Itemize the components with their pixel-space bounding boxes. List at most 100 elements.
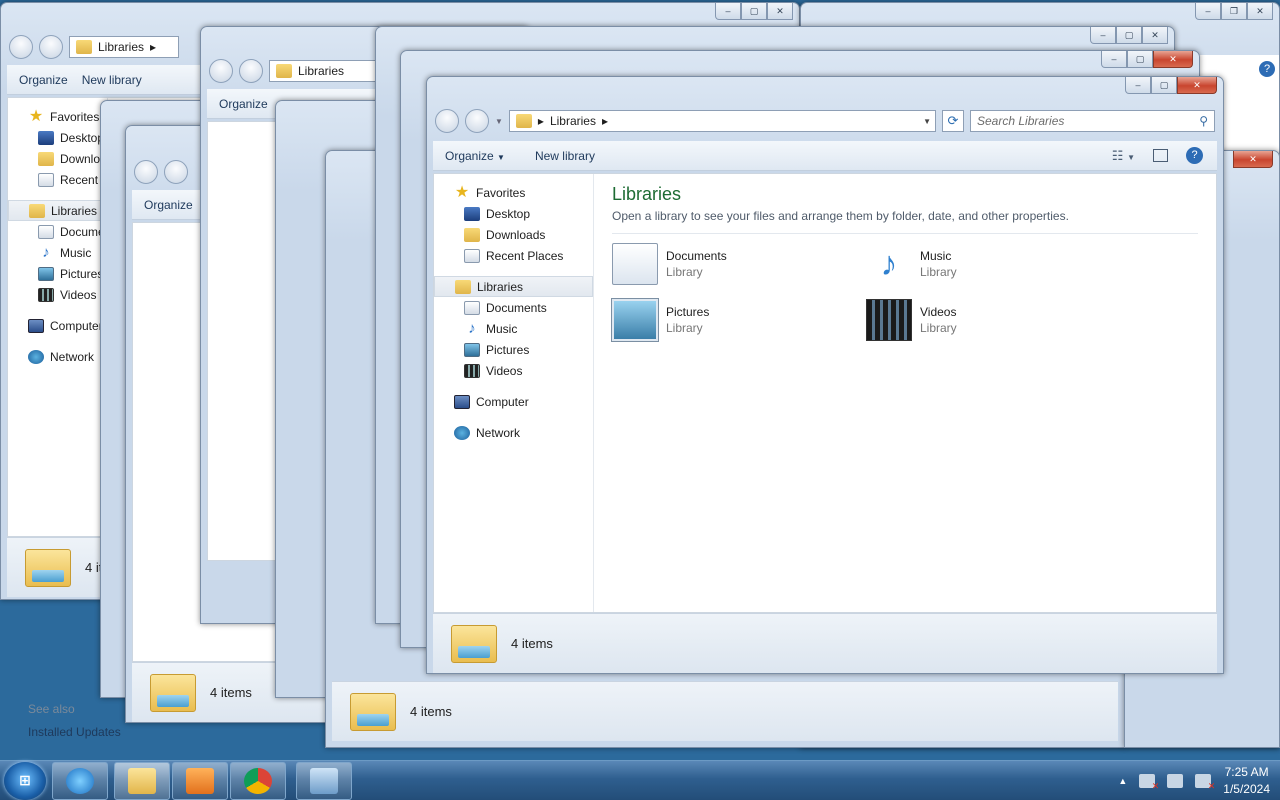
- view-options-icon[interactable]: ☷ ▼: [1112, 148, 1135, 164]
- windows-logo-icon: ⊞: [19, 772, 31, 788]
- library-item-pictures[interactable]: Pictures Library: [612, 298, 866, 342]
- back-button[interactable]: [134, 160, 158, 184]
- forward-button[interactable]: [39, 35, 63, 59]
- address-bar[interactable]: Libraries ▸: [69, 36, 179, 58]
- breadcrumb-arrow-icon[interactable]: ▸: [602, 114, 608, 128]
- page-title: Libraries: [612, 184, 682, 204]
- library-item-music[interactable]: ♪ Music Library: [866, 242, 1120, 286]
- library-type: Library: [666, 321, 703, 335]
- nav-desktop[interactable]: Desktop: [60, 131, 104, 145]
- page-description: Open a library to see your files and arr…: [612, 209, 1198, 234]
- chrome-icon: [244, 767, 272, 794]
- library-item-videos[interactable]: Videos Library: [866, 298, 1120, 342]
- nav-favorites[interactable]: Favorites: [50, 110, 99, 124]
- close-button[interactable]: ✕: [1142, 27, 1168, 44]
- organize-button[interactable]: Organize ▼: [445, 149, 505, 163]
- close-button[interactable]: ✕: [767, 3, 793, 20]
- restore-button[interactable]: ❐: [1221, 3, 1247, 20]
- folder-icon: [451, 624, 497, 663]
- navigation-pane: ★ Favorites Desktop Downloads Recent Plac…: [434, 174, 594, 612]
- refresh-button[interactable]: ⟳: [942, 110, 964, 132]
- taskbar-chrome[interactable]: [230, 761, 286, 800]
- minimize-button[interactable]: –: [1125, 77, 1151, 94]
- minimize-button[interactable]: –: [1195, 3, 1221, 20]
- music-icon: ♪: [42, 243, 50, 261]
- nav-documents[interactable]: Documents: [486, 301, 547, 315]
- close-button[interactable]: ✕: [1233, 151, 1273, 168]
- nav-downloads[interactable]: Downloads: [486, 228, 545, 242]
- nav-libraries-row[interactable]: Libraries: [434, 276, 593, 297]
- nav-pictures[interactable]: Pictures: [486, 343, 529, 357]
- nav-videos[interactable]: Videos: [60, 288, 96, 302]
- back-button[interactable]: [435, 109, 459, 133]
- close-button[interactable]: ✕: [1247, 3, 1273, 20]
- nav-network[interactable]: Network: [50, 350, 94, 364]
- preview-pane-icon[interactable]: [1153, 149, 1168, 162]
- minimize-button[interactable]: –: [1090, 27, 1116, 44]
- organize-button[interactable]: Organize: [144, 198, 193, 212]
- installed-updates-link[interactable]: Installed Updates: [28, 725, 121, 739]
- nav-videos[interactable]: Videos: [486, 364, 522, 378]
- forward-button[interactable]: [239, 59, 263, 83]
- maximize-button[interactable]: ▢: [1127, 51, 1153, 68]
- taskbar-media-player[interactable]: [172, 761, 228, 800]
- volume-muted-icon[interactable]: [1195, 773, 1215, 792]
- explorer-window-main[interactable]: – ▢ ✕ ▼ ▸ Libraries ▸ ▼ ⟳ Search Libraries…: [426, 76, 1224, 674]
- minimize-button[interactable]: –: [715, 3, 741, 20]
- libraries-icon: [515, 114, 532, 128]
- nav-libraries[interactable]: Libraries: [477, 280, 523, 294]
- minimize-button[interactable]: –: [1101, 51, 1127, 68]
- start-button[interactable]: ⊞: [4, 761, 46, 800]
- nav-pictures[interactable]: Pictures: [60, 267, 103, 281]
- breadcrumb-arrow-icon[interactable]: ▸: [538, 114, 544, 128]
- search-input[interactable]: Search Libraries ⚲: [970, 110, 1215, 132]
- nav-network[interactable]: Network: [476, 426, 520, 440]
- taskbar-control-panel[interactable]: [296, 761, 352, 800]
- organize-button[interactable]: Organize: [219, 97, 268, 111]
- new-library-button[interactable]: New library: [535, 149, 595, 163]
- breadcrumb-libraries[interactable]: Libraries: [550, 114, 596, 128]
- navigation-pane: ★ Favorites Desktop Downloads Recent Plac…: [8, 98, 137, 536]
- clock[interactable]: 7:25 AM 1/5/2024: [1223, 764, 1270, 798]
- nav-computer[interactable]: Computer: [476, 395, 529, 409]
- nav-favorites[interactable]: Favorites: [476, 186, 525, 200]
- back-button[interactable]: [9, 35, 33, 59]
- maximize-button[interactable]: ▢: [741, 3, 767, 20]
- help-icon[interactable]: ?: [1186, 147, 1203, 164]
- new-library-button[interactable]: New library: [82, 73, 142, 87]
- recent-pages-dropdown-icon[interactable]: ▼: [495, 117, 503, 126]
- address-bar[interactable]: ▸ Libraries ▸ ▼: [508, 110, 936, 132]
- nav-recent-places[interactable]: Recent Places: [486, 249, 563, 263]
- nav-libraries[interactable]: Libraries: [51, 204, 97, 218]
- videos-icon: [464, 363, 480, 378]
- nav-computer[interactable]: Computer: [50, 319, 103, 333]
- nav-music[interactable]: Music: [60, 246, 91, 260]
- back-button[interactable]: [209, 59, 233, 83]
- action-center-icon[interactable]: [1139, 773, 1159, 792]
- maximize-button[interactable]: ▢: [1151, 77, 1177, 94]
- show-hidden-icons-icon[interactable]: ▲: [1118, 776, 1127, 786]
- system-tray: ▲ 7:25 AM 1/5/2024: [1118, 764, 1280, 798]
- library-item-documents[interactable]: Documents Library: [612, 242, 866, 286]
- nav-music[interactable]: Music: [486, 322, 517, 336]
- pictures-icon: [464, 342, 480, 357]
- close-button[interactable]: ✕: [1153, 51, 1193, 68]
- network-status-icon[interactable]: [1167, 773, 1184, 788]
- address-dropdown-icon[interactable]: ▼: [923, 117, 935, 126]
- organize-label: Organize: [445, 148, 494, 163]
- videos-library-icon: [866, 299, 912, 341]
- address-bar[interactable]: Libraries: [269, 60, 379, 82]
- libraries-icon: [276, 64, 292, 78]
- taskbar-internet-explorer[interactable]: [52, 761, 108, 800]
- taskbar-windows-explorer[interactable]: [114, 761, 170, 800]
- nav-desktop[interactable]: Desktop: [486, 207, 530, 221]
- search-icon[interactable]: ⚲: [1199, 114, 1208, 128]
- status-text: 4 items: [410, 704, 452, 719]
- organize-button[interactable]: Organize: [19, 73, 68, 87]
- forward-button[interactable]: [465, 109, 489, 133]
- maximize-button[interactable]: ▢: [1116, 27, 1142, 44]
- search-placeholder: Search Libraries: [977, 114, 1065, 128]
- help-icon[interactable]: ?: [1259, 61, 1275, 77]
- close-button[interactable]: ✕: [1177, 77, 1217, 94]
- forward-button[interactable]: [164, 160, 188, 184]
